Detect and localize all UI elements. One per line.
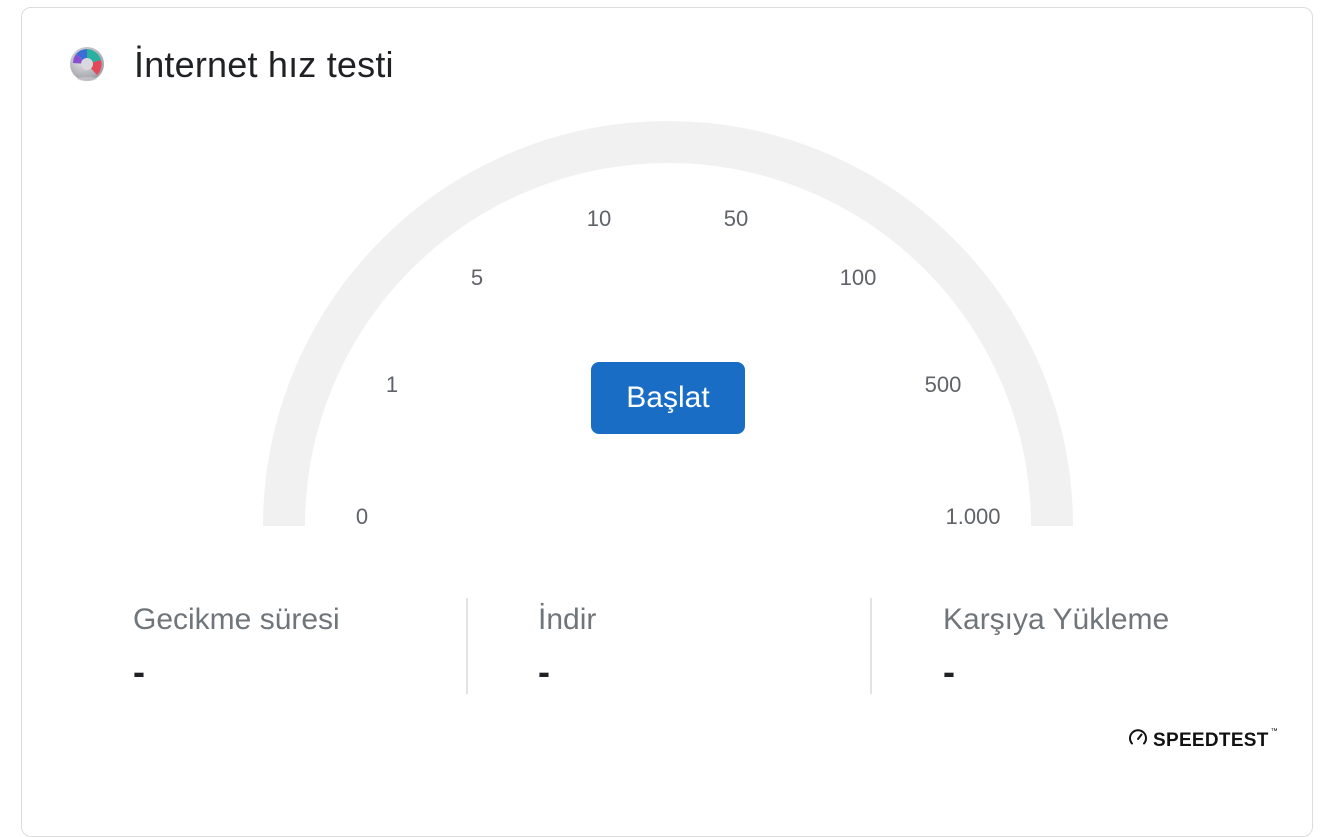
gauge-tick: 100 <box>839 265 877 290</box>
page-title: İnternet hız testi <box>134 44 394 85</box>
gauge-tick: 0 <box>355 504 369 529</box>
upload-metric: Karşıya Yükleme - <box>943 600 1273 694</box>
gauge-tick: 1 <box>385 372 399 397</box>
latency-label: Gecikme süresi <box>133 603 340 636</box>
speedometer-icon <box>1128 728 1148 753</box>
metric-divider <box>870 598 872 694</box>
download-label: İndir <box>538 603 597 636</box>
gauge-tick: 10 <box>586 206 612 231</box>
speed-test-app-icon <box>68 45 106 83</box>
speedtest-brand-link[interactable]: SPEEDTEST ™ <box>1128 728 1278 753</box>
speedtest-wordmark: SPEEDTEST <box>1153 729 1269 751</box>
trademark-mark: ™ <box>1270 728 1278 735</box>
download-value: - <box>538 651 550 692</box>
gauge-tick: 50 <box>723 206 749 231</box>
upload-value: - <box>943 651 955 692</box>
start-test-button[interactable]: Başlat <box>591 362 745 434</box>
gauge-tick: 1.000 <box>945 504 1001 529</box>
latency-value: - <box>133 651 145 692</box>
download-metric: İndir - <box>538 600 868 694</box>
gauge-tick: 5 <box>470 265 484 290</box>
upload-label: Karşıya Yükleme <box>943 603 1170 636</box>
gauge-tick: 500 <box>924 372 962 397</box>
metric-divider <box>466 598 468 694</box>
latency-metric: Gecikme süresi - <box>133 600 463 694</box>
